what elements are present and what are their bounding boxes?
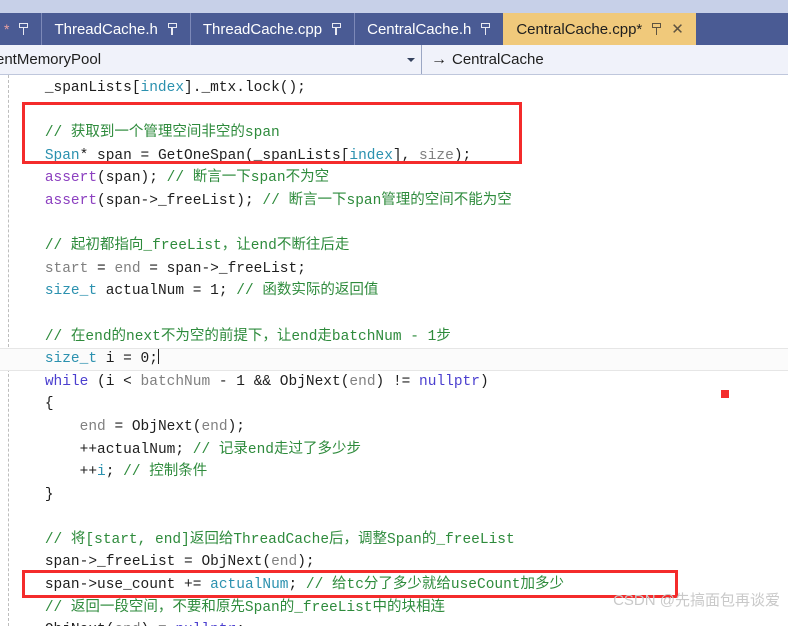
pin-icon[interactable] [18, 22, 29, 36]
code-line[interactable] [0, 100, 788, 123]
code-line[interactable] [0, 506, 788, 529]
code-line[interactable]: // 获取到一个管理空间非空的span [0, 122, 788, 145]
tab-label: CentralCache.h [367, 20, 472, 38]
tab-centralcache-cpp[interactable]: CentralCache.cpp* ✕ [503, 13, 696, 45]
tab-modified-star: * [4, 21, 10, 37]
pin-icon[interactable] [651, 22, 662, 36]
tab-centralcache-h[interactable]: CentralCache.h [354, 13, 504, 45]
close-icon[interactable]: ✕ [671, 22, 684, 37]
member-dropdown[interactable]: → CentralCache [422, 45, 788, 74]
scope-dropdown-value: entMemoryPool [0, 51, 102, 68]
tab-bar-top-strip [0, 0, 788, 13]
code-line[interactable]: span->_freeList = ObjNext(end); [0, 551, 788, 574]
code-lines[interactable]: _spanLists[index]._mtx.lock(); // 获取到一个管… [0, 75, 788, 626]
chevron-down-icon[interactable] [407, 57, 415, 62]
code-editor[interactable]: _spanLists[index]._mtx.lock(); // 获取到一个管… [0, 75, 788, 626]
code-line[interactable]: // 将[start, end]返回给ThreadCache后，调整Span的_… [0, 529, 788, 552]
scope-dropdown[interactable]: entMemoryPool [0, 45, 422, 74]
pin-icon[interactable] [331, 22, 342, 36]
code-line[interactable]: size_t i = 0; [0, 348, 788, 371]
changed-line-marker [721, 390, 729, 398]
tab-label: ThreadCache.cpp [202, 20, 323, 38]
code-line[interactable]: // 在end的next不为空的前提下，让end走batchNum - 1步 [0, 326, 788, 349]
code-line[interactable]: { [0, 393, 788, 416]
pin-icon[interactable] [167, 22, 178, 36]
arrow-right-icon: → [431, 50, 447, 68]
member-dropdown-value: CentralCache [452, 51, 544, 68]
editor-tab-bar: * ThreadCache.h ThreadCache.cpp CentralC… [0, 0, 788, 45]
tab-list: * ThreadCache.h ThreadCache.cpp CentralC… [0, 13, 788, 45]
code-line[interactable]: ++i; // 控制条件 [0, 461, 788, 484]
tab-label: ThreadCache.h [54, 20, 158, 38]
tab-truncated[interactable]: * [0, 13, 42, 45]
tab-threadcache-h[interactable]: ThreadCache.h [41, 13, 190, 45]
tab-label: CentralCache.cpp* [516, 20, 643, 38]
code-line[interactable] [0, 303, 788, 326]
code-line[interactable]: ++actualNum; // 记录end走过了多少步 [0, 439, 788, 462]
code-line[interactable]: _spanLists[index]._mtx.lock(); [0, 77, 788, 100]
code-line[interactable]: size_t actualNum = 1; // 函数实际的返回值 [0, 280, 788, 303]
watermark-text: CSDN @先搞面包再谈爱 [613, 592, 780, 609]
code-line[interactable]: end = ObjNext(end); [0, 416, 788, 439]
pin-icon[interactable] [480, 22, 491, 36]
text-cursor [157, 349, 159, 365]
code-line[interactable]: Span* span = GetOneSpan(_spanLists[index… [0, 145, 788, 168]
navigation-bar: entMemoryPool → CentralCache [0, 45, 788, 75]
code-line[interactable]: // 起初都指向_freeList，让end不断往后走 [0, 235, 788, 258]
code-line[interactable]: assert(span->_freeList); // 断言一下span管理的空… [0, 190, 788, 213]
code-line[interactable] [0, 213, 788, 236]
tab-threadcache-cpp[interactable]: ThreadCache.cpp [189, 13, 355, 45]
code-line[interactable]: assert(span); // 断言一下span不为空 [0, 167, 788, 190]
code-line[interactable]: start = end = span->_freeList; [0, 258, 788, 281]
code-line[interactable]: } [0, 484, 788, 507]
code-line[interactable]: while (i < batchNum - 1 && ObjNext(end) … [0, 371, 788, 394]
